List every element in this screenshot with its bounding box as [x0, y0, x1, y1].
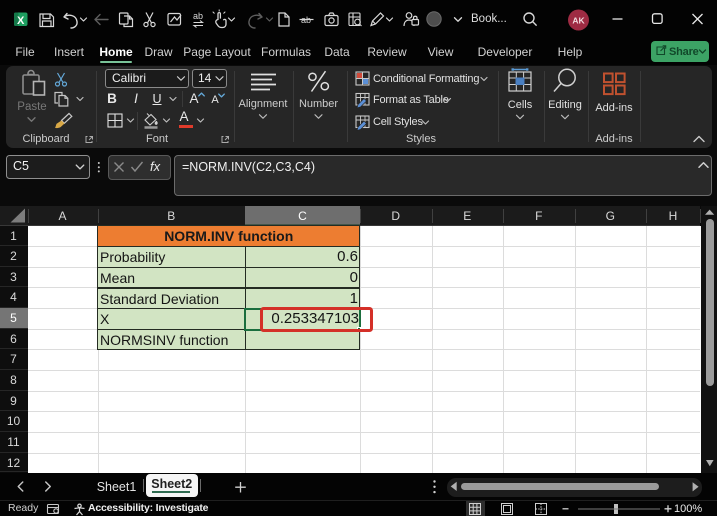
svg-text:X: X [17, 15, 25, 27]
svg-text:ab: ab [193, 11, 203, 21]
svg-text:AK: AK [572, 15, 585, 25]
